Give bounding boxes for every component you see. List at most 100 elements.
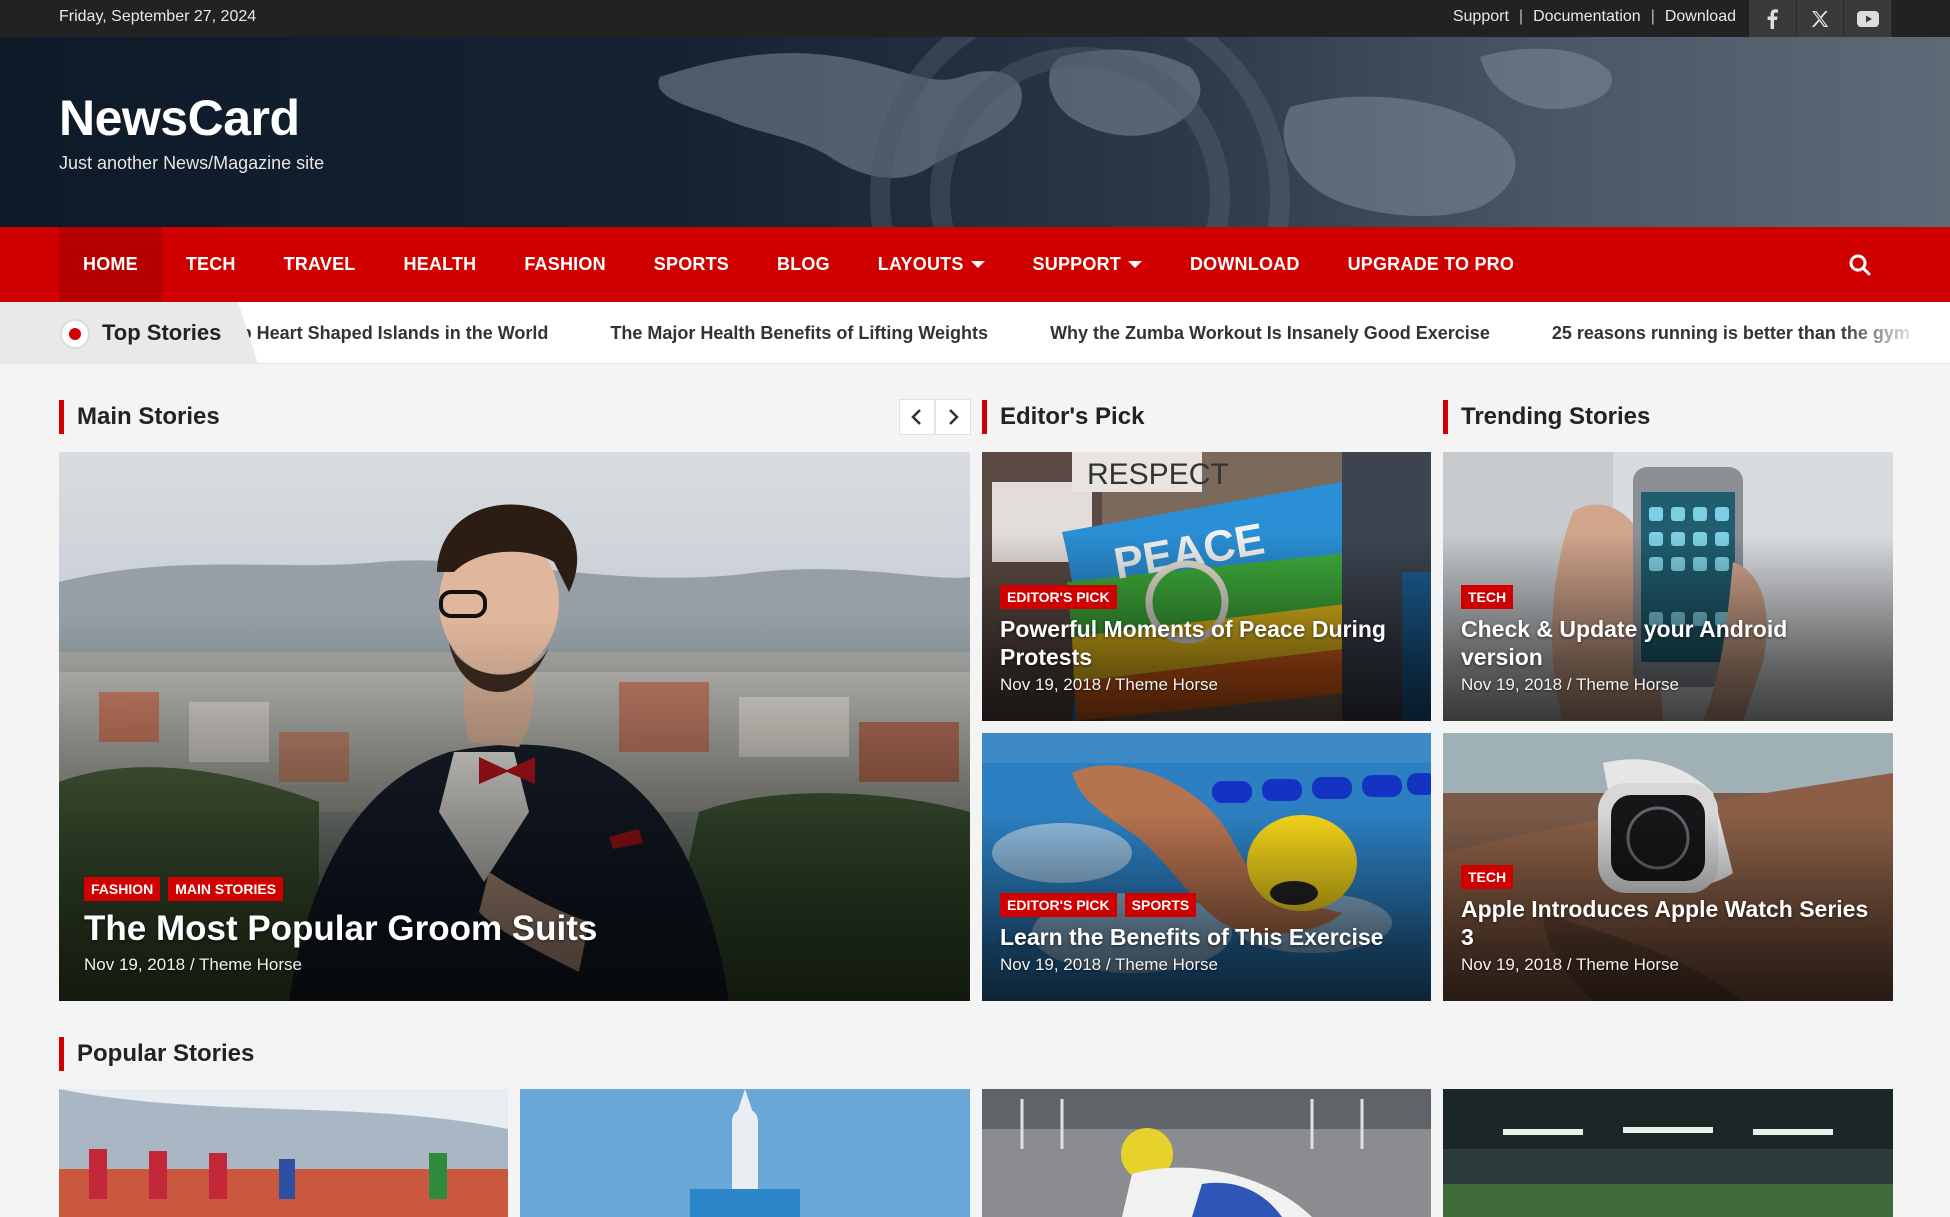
- story-byline: Nov 19, 2018 / Theme Horse: [1461, 955, 1679, 974]
- category-badge-editors-pick[interactable]: EDITOR'S PICK: [1000, 585, 1117, 609]
- section-title-popular-stories: Popular Stories: [59, 1037, 254, 1071]
- slider-prev-button[interactable]: [899, 399, 935, 435]
- nav-label: TRAVEL: [283, 254, 356, 274]
- nav-label: UPGRADE TO PRO: [1347, 254, 1515, 274]
- chevron-left-icon: [911, 409, 921, 425]
- search-icon[interactable]: [1846, 251, 1874, 279]
- story-meta: EDITOR'S PICK Powerful Moments of Peace …: [1000, 585, 1413, 695]
- popular-story-thumbnail[interactable]: [982, 1089, 1431, 1217]
- story-title[interactable]: The Most Popular Groom Suits: [84, 907, 952, 951]
- nav-item-download[interactable]: DOWNLOAD: [1166, 227, 1324, 302]
- site-header: NewsCard Just another News/Magazine site: [0, 37, 1950, 227]
- divider: |: [1518, 8, 1524, 25]
- nav-label: BLOG: [777, 254, 830, 274]
- hurdles-race-photo: [59, 1089, 508, 1217]
- story-meta: TECH Check & Update your Android version…: [1461, 585, 1875, 695]
- category-badges: EDITOR'S PICK: [1000, 585, 1413, 609]
- trending-story-card[interactable]: TECH Apple Introduces Apple Watch Series…: [1443, 733, 1893, 1001]
- chevron-right-icon: [949, 409, 959, 425]
- category-badge-tech[interactable]: TECH: [1461, 865, 1514, 889]
- nav-item-sports[interactable]: SPORTS: [630, 227, 753, 302]
- section-title-main-stories: Main Stories: [59, 400, 220, 434]
- ticker-label: Top Stories: [102, 320, 222, 345]
- nav-item-tech[interactable]: TECH: [162, 227, 260, 302]
- nav-item-travel[interactable]: TRAVEL: [260, 227, 380, 302]
- story-title[interactable]: Check & Update your Android version: [1461, 615, 1875, 671]
- top-link-support[interactable]: Support: [1453, 8, 1509, 26]
- ticker-items: Top Heart Shaped Islands in the World Th…: [220, 302, 1950, 363]
- nav-label: SUPPORT: [1032, 254, 1121, 274]
- story-title[interactable]: Learn the Benefits of This Exercise: [1000, 923, 1413, 951]
- category-badges: TECH: [1461, 585, 1875, 609]
- youtube-icon[interactable]: [1844, 0, 1893, 37]
- story-byline: Nov 19, 2018 / Theme Horse: [1000, 675, 1218, 694]
- category-badge-tech[interactable]: TECH: [1461, 585, 1514, 609]
- popular-story-thumbnail[interactable]: [520, 1089, 970, 1217]
- story-byline: Nov 19, 2018 / Theme Horse: [84, 955, 302, 974]
- nav-item-health[interactable]: HEALTH: [380, 227, 501, 302]
- category-badges: FASHION MAIN STORIES: [84, 877, 952, 901]
- nav-item-fashion[interactable]: FASHION: [500, 227, 629, 302]
- editors-pick-card[interactable]: EDITOR'S PICK SPORTS Learn the Benefits …: [982, 733, 1431, 1001]
- category-badges: TECH: [1461, 865, 1875, 889]
- current-date: Friday, September 27, 2024: [59, 8, 257, 25]
- top-bar: Friday, September 27, 2024 Support | Doc…: [0, 0, 1950, 37]
- facebook-icon[interactable]: [1749, 0, 1797, 37]
- nav-item-layouts[interactable]: LAYOUTS: [854, 227, 1009, 302]
- section-title-editors-pick: Editor's Pick: [982, 400, 1144, 434]
- nav-label: TECH: [185, 254, 236, 274]
- site-tagline: Just another News/Magazine site: [59, 153, 325, 173]
- social-links: [1749, 0, 1893, 37]
- x-icon[interactable]: [1797, 0, 1845, 37]
- story-title[interactable]: Powerful Moments of Peace During Protest…: [1000, 615, 1413, 671]
- category-badges: EDITOR'S PICK SPORTS: [1000, 893, 1413, 917]
- ticker-item[interactable]: The Major Health Benefits of Lifting Wei…: [610, 323, 988, 344]
- story-meta: EDITOR'S PICK SPORTS Learn the Benefits …: [1000, 893, 1413, 975]
- world-map-background: [658, 37, 1612, 227]
- caret-down-icon: [970, 261, 985, 268]
- category-badge-main-stories[interactable]: MAIN STORIES: [168, 877, 284, 901]
- live-dot-icon: [60, 319, 90, 349]
- section-title-trending-stories: Trending Stories: [1443, 400, 1650, 434]
- divider: |: [1650, 8, 1655, 25]
- trending-story-card[interactable]: TECH Check & Update your Android version…: [1443, 452, 1893, 721]
- nav-item-upgrade-to-pro[interactable]: UPGRADE TO PRO: [1324, 227, 1539, 302]
- popular-story-thumbnail[interactable]: [59, 1089, 508, 1217]
- nav-item-home[interactable]: HOME: [59, 227, 162, 302]
- nav-label: HOME: [83, 254, 138, 274]
- airplane-photo: [520, 1089, 970, 1217]
- nav-label: FASHION: [524, 254, 606, 274]
- category-badge-sports[interactable]: SPORTS: [1124, 893, 1197, 917]
- story-meta: TECH Apple Introduces Apple Watch Series…: [1461, 865, 1875, 975]
- ticker-item[interactable]: Why the Zumba Workout Is Insanely Good E…: [1050, 323, 1490, 344]
- category-badge-editors-pick[interactable]: EDITOR'S PICK: [1000, 893, 1117, 917]
- top-link-download[interactable]: Download: [1665, 8, 1736, 26]
- popular-story-thumbnail[interactable]: [1443, 1089, 1893, 1217]
- nav-label: SPORTS: [653, 254, 729, 274]
- story-byline: Nov 19, 2018 / Theme Horse: [1000, 955, 1218, 974]
- top-stories-ticker: Top Heart Shaped Islands in the World Th…: [0, 302, 1950, 364]
- nav-item-support[interactable]: SUPPORT: [1009, 227, 1166, 302]
- ticker-fade: [1840, 302, 1950, 363]
- site-title[interactable]: NewsCard: [59, 89, 300, 147]
- slider-controls: [899, 399, 971, 435]
- nav-label: HEALTH: [403, 254, 477, 274]
- caret-down-icon: [1127, 261, 1142, 268]
- slider-next-button[interactable]: [935, 399, 971, 435]
- ticker-item[interactable]: Top Heart Shaped Islands in the World: [220, 323, 548, 344]
- nav-label: DOWNLOAD: [1189, 254, 1300, 274]
- main-story-card[interactable]: FASHION MAIN STORIES The Most Popular Gr…: [59, 452, 970, 1001]
- category-badge-fashion[interactable]: FASHION: [84, 877, 161, 901]
- main-navigation: HOME TECH TRAVEL HEALTH FASHION SPORTS B…: [0, 227, 1950, 302]
- motorbike-race-photo: [982, 1089, 1431, 1217]
- nav-label: LAYOUTS: [877, 254, 964, 274]
- story-byline: Nov 19, 2018 / Theme Horse: [1461, 675, 1679, 694]
- sign-text: RESPECT: [1087, 458, 1229, 491]
- nav-item-blog[interactable]: BLOG: [753, 227, 854, 302]
- story-meta: FASHION MAIN STORIES The Most Popular Gr…: [84, 877, 952, 975]
- story-title[interactable]: Apple Introduces Apple Watch Series 3: [1461, 895, 1875, 951]
- top-link-documentation[interactable]: Documentation: [1533, 8, 1641, 26]
- editors-pick-card[interactable]: RESPECT PEACE EDITOR'S PICK Powerful Mom…: [982, 452, 1431, 721]
- stadium-photo: [1443, 1089, 1893, 1217]
- top-links: Support | Documentation | Download: [1453, 0, 1736, 34]
